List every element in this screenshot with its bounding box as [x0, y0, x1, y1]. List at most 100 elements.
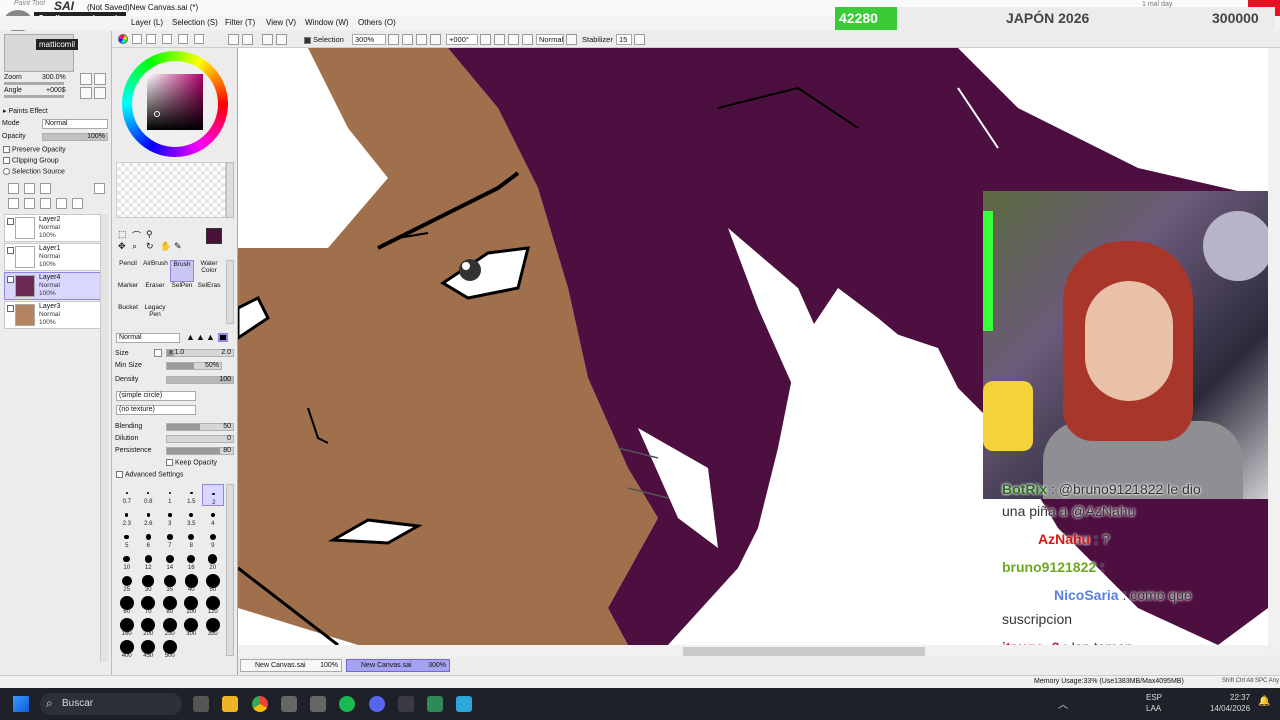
- brush-size-preset[interactable]: 40: [181, 572, 203, 594]
- nav-zoom-in-button[interactable]: [80, 73, 92, 85]
- rotate-reset-button[interactable]: [508, 34, 519, 45]
- advanced-settings-toggle[interactable]: Advanced Settings: [116, 471, 183, 478]
- tool-bucket[interactable]: Bucket: [116, 304, 140, 326]
- layer-row-layer4[interactable]: Layer4 Normal 100%: [4, 272, 108, 300]
- eyedropper-icon[interactable]: ✎: [174, 241, 182, 252]
- language-indicator[interactable]: ESP: [1146, 693, 1162, 702]
- menu-layer[interactable]: Layer (L): [131, 18, 163, 27]
- notification-icon[interactable]: 🔔: [1258, 696, 1270, 707]
- clear-layer-button[interactable]: [40, 198, 51, 209]
- dilution-slider[interactable]: 0: [166, 435, 234, 443]
- brush-size-preset[interactable]: 70: [138, 594, 160, 616]
- preserve-opacity-checkbox[interactable]: Preserve Opacity: [3, 146, 66, 153]
- brush-texture-select[interactable]: (no texture): [116, 405, 196, 415]
- density-slider[interactable]: 100: [166, 376, 234, 384]
- brush-size-preset[interactable]: 1.5: [181, 484, 203, 506]
- brush-size-preset[interactable]: 9: [202, 528, 224, 550]
- saturation-value-square[interactable]: [147, 74, 203, 130]
- brush-size-preset[interactable]: 6: [138, 528, 160, 550]
- layer-row-layer1[interactable]: Layer1 Normal 100%: [4, 243, 108, 271]
- brush-size-preset[interactable]: 100: [181, 594, 203, 616]
- tool-seleras[interactable]: SelEras: [197, 282, 221, 304]
- tip-square-icon[interactable]: [218, 333, 228, 342]
- brush-size-preset[interactable]: 50: [202, 572, 224, 594]
- layer-scrollbar[interactable]: [100, 214, 108, 662]
- taskbar-search[interactable]: ⌕ Buscar: [40, 693, 182, 715]
- clock-time[interactable]: 22:37: [1230, 693, 1250, 702]
- brush-size-preset[interactable]: 3.5: [181, 506, 203, 528]
- eye-icon[interactable]: [7, 305, 14, 312]
- menu-view[interactable]: View (V): [266, 18, 296, 27]
- brush-size-preset[interactable]: 16: [181, 550, 203, 572]
- rotate-left-button[interactable]: [480, 34, 491, 45]
- layer-row-layer3[interactable]: Layer3 Normal 100%: [4, 301, 108, 329]
- tool-legacy-pen[interactable]: Legacy Pen: [143, 304, 167, 326]
- brush-size-preset[interactable]: 3: [159, 506, 181, 528]
- tool-watercolor[interactable]: Water Color: [197, 260, 221, 282]
- brush-size-preset[interactable]: 350: [202, 616, 224, 638]
- brush-size-preset[interactable]: 500: [159, 638, 181, 660]
- brush-size-preset[interactable]: 0.8: [138, 484, 160, 506]
- discord-icon[interactable]: [369, 696, 385, 712]
- opacity-slider[interactable]: 100%: [42, 133, 108, 141]
- brush-size-preset[interactable]: 8: [181, 528, 203, 550]
- intermediate-tab[interactable]: [162, 34, 172, 44]
- menu-selection[interactable]: Selection (S): [172, 18, 218, 27]
- brush-shape-select[interactable]: (simple circle): [116, 391, 196, 401]
- angle-field[interactable]: +000°: [446, 34, 478, 45]
- mode-dropdown[interactable]: [566, 34, 577, 45]
- brush-size-preset[interactable]: 0.7: [116, 484, 138, 506]
- brush-size-preset[interactable]: 450: [138, 638, 160, 660]
- swatch-area[interactable]: [116, 162, 226, 218]
- flip-button[interactable]: [522, 34, 533, 45]
- rotate-right-button[interactable]: [494, 34, 505, 45]
- app-icon[interactable]: [310, 696, 326, 712]
- layer-extra-button[interactable]: [72, 198, 83, 209]
- eye-icon[interactable]: [7, 247, 14, 254]
- app2-icon[interactable]: [456, 696, 472, 712]
- brush-size-preset[interactable]: 20: [202, 550, 224, 572]
- show-selection-button[interactable]: [276, 34, 287, 45]
- tool-marker[interactable]: Marker: [116, 282, 140, 304]
- brush-size-preset[interactable]: 12: [138, 550, 160, 572]
- deselect-button[interactable]: [242, 34, 253, 45]
- layer-mode-select[interactable]: Normal: [42, 119, 108, 129]
- brush-size-preset[interactable]: 10: [116, 550, 138, 572]
- current-color-swatch[interactable]: [206, 228, 222, 244]
- brush-size-preset[interactable]: 200: [138, 616, 160, 638]
- file-explorer-icon[interactable]: [222, 696, 238, 712]
- file-tab-2[interactable]: New Canvas.sai 300%: [346, 659, 450, 672]
- swatches-tab[interactable]: [178, 34, 188, 44]
- blending-slider[interactable]: 50: [166, 423, 234, 431]
- spotify-icon[interactable]: [339, 696, 355, 712]
- nav-rotate-left-button[interactable]: [80, 87, 92, 99]
- tool-scrollbar[interactable]: [226, 260, 234, 324]
- move-icon[interactable]: ✥: [118, 241, 126, 252]
- menu-window[interactable]: Window (W): [305, 18, 349, 27]
- brush-size-preset[interactable]: 25: [116, 572, 138, 594]
- stabilizer-dropdown[interactable]: [634, 34, 645, 45]
- menu-others[interactable]: Others (O): [358, 18, 396, 27]
- selection-toggle[interactable]: Selection: [304, 35, 344, 44]
- brush-size-preset[interactable]: 60: [116, 594, 138, 616]
- hsv-slider-tab[interactable]: [146, 34, 156, 44]
- brush-size-preset[interactable]: 7: [159, 528, 181, 550]
- transfer-down-button[interactable]: [8, 198, 19, 209]
- task-view-icon[interactable]: [193, 696, 209, 712]
- invert-selection-button[interactable]: [262, 34, 273, 45]
- settings-icon[interactable]: [281, 696, 297, 712]
- brush-size-preset[interactable]: 160: [116, 616, 138, 638]
- horizontal-scroll-thumb[interactable]: [683, 647, 925, 656]
- nav-zoom-out-button[interactable]: [94, 73, 106, 85]
- delete-layer-button[interactable]: [56, 198, 67, 209]
- min-size-slider[interactable]: 50%: [166, 362, 222, 370]
- layer-menu-button[interactable]: [94, 183, 105, 194]
- tip-hard-icon[interactable]: ▲: [186, 332, 195, 342]
- paints-effect-header[interactable]: ▸ Paints Effect: [3, 107, 48, 115]
- stabilizer-field[interactable]: 15: [616, 34, 632, 45]
- scratchpad-tab[interactable]: [194, 34, 204, 44]
- blend-mode-field[interactable]: Normal: [536, 34, 564, 45]
- chrome-icon[interactable]: [252, 696, 268, 712]
- new-folder-button[interactable]: [40, 183, 51, 194]
- eye-icon[interactable]: [7, 276, 14, 283]
